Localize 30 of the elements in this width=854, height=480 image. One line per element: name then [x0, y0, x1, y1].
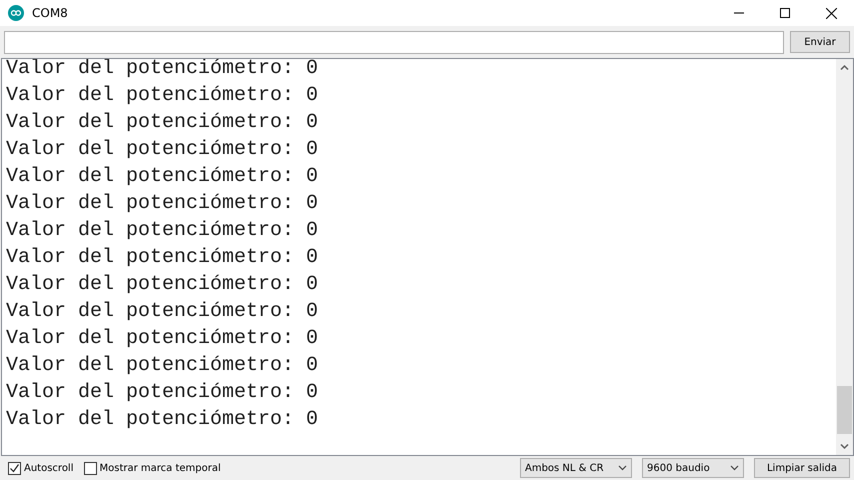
output-line: Valor del potenciómetro: 0 [6, 164, 320, 190]
checkbox[interactable] [8, 462, 21, 474]
output-line: Valor del potenciómetro: 0 [6, 245, 320, 271]
window-title: COM8 [32, 6, 69, 20]
close-icon [826, 8, 836, 18]
output-line: Valor del potenciómetro: 0 [6, 110, 320, 136]
output-line: Valor del potenciómetro: 0 [6, 407, 320, 433]
output-line: Valor del potenciómetro: 0 [6, 353, 320, 379]
output-line: Valor del potenciómetro: 0 [6, 83, 320, 109]
send-button[interactable]: Enviar [790, 31, 850, 53]
app-logo-icon [8, 5, 24, 21]
chevron-down-icon [618, 465, 627, 471]
input-field[interactable] [4, 30, 784, 54]
dropdown[interactable]: 9600 baudio [642, 458, 744, 478]
output-line: Valor del potenciómetro: 0 [6, 380, 320, 406]
checkbox-label: Autoscroll [24, 462, 74, 474]
chevron-down-icon [730, 465, 739, 471]
checkbox[interactable] [84, 462, 96, 474]
dropdown[interactable]: Ambos NL & CR [520, 458, 632, 478]
maximize-icon [780, 8, 790, 18]
output-line: Valor del potenciómetro: 0 [6, 191, 320, 217]
output-line: Valor del potenciómetro: 0 [6, 272, 320, 298]
checkbox-label: Mostrar marca temporal [100, 462, 221, 474]
scrollbar[interactable] [836, 59, 853, 455]
output-line: Valor del potenciómetro: 0 [6, 137, 320, 163]
output-line: Valor del potenciómetro: 0 [6, 299, 320, 325]
clear-output-button[interactable]: Limpiar salida [754, 458, 850, 478]
output-line: Valor del potenciómetro: 0 [6, 218, 320, 244]
output-line: Valor del potenciómetro: 0 [6, 326, 320, 352]
scrollbar-thumb[interactable] [837, 386, 852, 434]
